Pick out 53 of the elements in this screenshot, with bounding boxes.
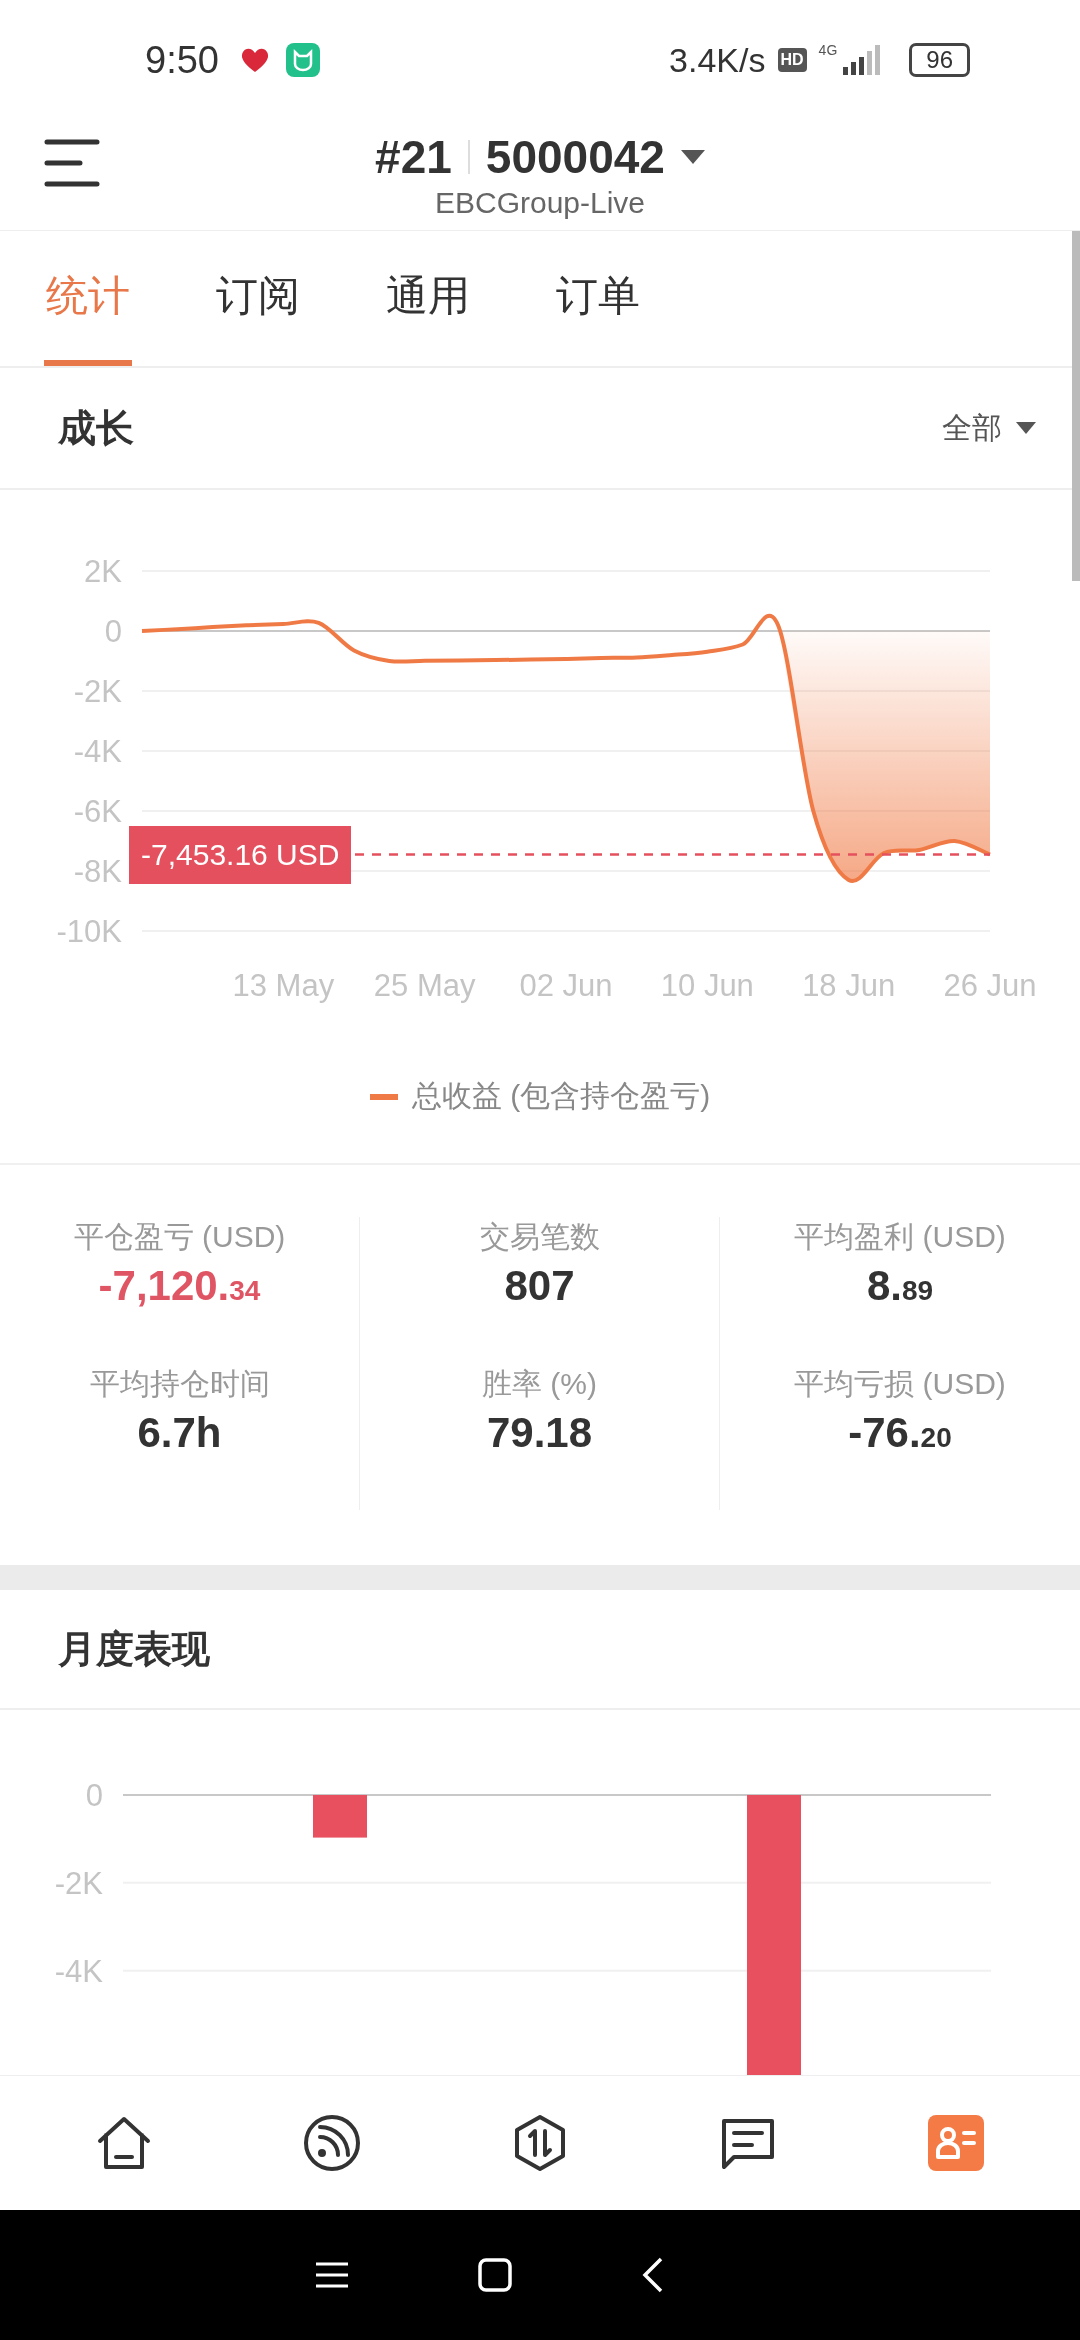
stat-label: 平均亏损 (USD): [794, 1365, 1006, 1402]
stat-value: -7,120.34: [98, 1262, 261, 1310]
y-axis-label: -2K: [73, 674, 122, 709]
account-index: #21: [375, 130, 452, 184]
stat-value: -76.20: [848, 1408, 952, 1457]
back-icon[interactable]: [642, 2257, 664, 2293]
y-axis-label: -4K: [73, 734, 122, 769]
y-axis-label: 2K: [84, 554, 122, 589]
stat-value: 807: [504, 1262, 575, 1310]
stat-label: 平均持仓时间: [89, 1365, 270, 1402]
clock: 9:50: [145, 38, 219, 82]
tab[interactable]: 通用: [384, 231, 472, 366]
home-square-icon[interactable]: [478, 2258, 512, 2292]
section-title: 成长: [58, 405, 134, 451]
battery-indicator: 96: [909, 43, 970, 77]
stat-label: 平均盈利 (USD): [794, 1219, 1006, 1255]
tab[interactable]: 订单: [554, 231, 642, 366]
account-number[interactable]: 5000042: [485, 130, 665, 184]
stat-label: 交易笔数: [479, 1219, 600, 1255]
server-name: EBCGroup-Live: [434, 186, 646, 220]
network-speed: 3.4K/s: [669, 40, 766, 80]
cat-app-icon: [284, 42, 321, 78]
stat-value: 6.7h: [137, 1408, 222, 1457]
x-axis-label: 18 Jun: [802, 968, 896, 1003]
x-axis-label: 26 Jun: [943, 968, 1037, 1003]
x-axis-label: 02 Jun: [519, 968, 613, 1003]
stat-label: 胜率 (%): [482, 1365, 597, 1402]
stat-label: 平仓盈亏 (USD): [73, 1219, 286, 1255]
x-axis-label: 10 Jun: [660, 968, 754, 1003]
value-tag: -7,453.16 USD: [129, 825, 352, 884]
stat-value: 8.89: [866, 1262, 934, 1310]
y-axis-label: -8K: [73, 854, 122, 889]
tab[interactable]: 订阅: [214, 231, 302, 366]
legend-label: 总收益 (包含持仓盈亏): [411, 1078, 711, 1114]
y-axis-label: -10K: [56, 914, 122, 949]
caret-icon[interactable]: [1016, 422, 1036, 434]
stat-value: 79.18: [486, 1408, 593, 1457]
y-axis-label: -6K: [73, 794, 122, 829]
menu-icon[interactable]: [44, 138, 100, 188]
nav-button[interactable]: [302, 2113, 362, 2173]
x-axis-label: 13 May: [232, 968, 335, 1003]
y-axis-label: -2K: [54, 1865, 103, 1901]
network-type: 4G: [818, 42, 838, 58]
hd-badge: HD: [777, 48, 807, 72]
legend-swatch: [369, 1093, 398, 1100]
range-dropdown[interactable]: 全部: [942, 407, 1036, 449]
section-title: 月度表现: [58, 1626, 210, 1672]
x-axis-label: 25 May: [373, 968, 476, 1003]
y-axis-label: -4K: [54, 1953, 103, 1989]
y-axis-label: 0: [104, 614, 122, 649]
y-axis-label: 0: [85, 1778, 103, 1813]
caret-icon[interactable]: [680, 150, 705, 164]
bar: [313, 1795, 367, 1838]
